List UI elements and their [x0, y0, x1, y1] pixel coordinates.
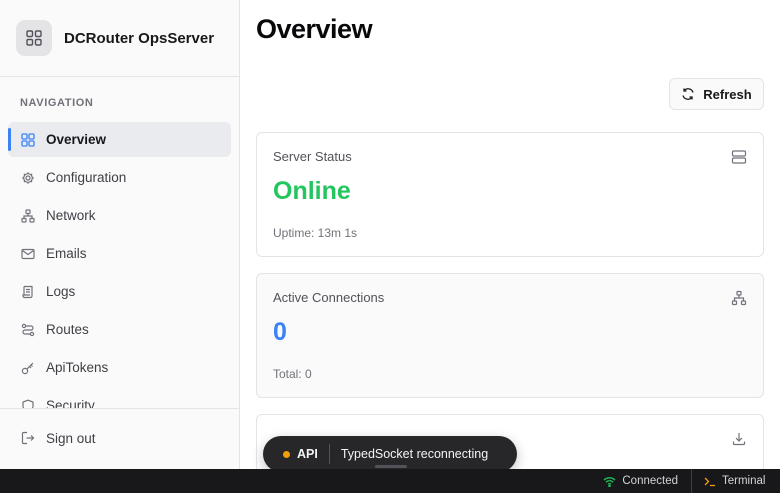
sidebar-item-configuration[interactable]: Configuration — [8, 160, 231, 195]
sidebar-item-label: Network — [46, 208, 96, 223]
wifi-icon — [603, 476, 616, 487]
main-content: Overview Refresh Server Status Online Up… — [240, 0, 780, 469]
network-icon — [20, 208, 36, 224]
toast-divider — [328, 444, 330, 464]
connection-status: Connected — [603, 469, 678, 493]
connection-toast: API TypedSocket reconnecting — [263, 436, 517, 472]
terminal-button[interactable]: Terminal — [704, 469, 765, 493]
route-icon — [20, 322, 36, 338]
toast-message: TypedSocket reconnecting — [340, 447, 489, 461]
mail-icon — [20, 246, 36, 262]
network-icon — [731, 290, 747, 306]
sidebar-item-label: Emails — [46, 246, 87, 261]
nav-heading: NAVIGATION — [20, 97, 94, 109]
connection-label: Connected — [622, 475, 678, 487]
sidebar-item-network[interactable]: Network — [8, 198, 231, 233]
sidebar-item-label: Logs — [46, 284, 76, 299]
refresh-button[interactable]: Refresh — [669, 78, 764, 110]
sidebar: DCRouter OpsServer NAVIGATION Overview C… — [0, 0, 240, 469]
scroll-icon — [20, 284, 36, 300]
status-divider — [691, 469, 692, 493]
toast-label: API — [297, 447, 318, 461]
server-status-value: Online — [273, 177, 351, 205]
active-connections-card: Active Connections 0 Total: 0 — [256, 273, 764, 398]
card-title: Active Connections — [273, 290, 385, 305]
refresh-icon — [681, 87, 695, 101]
connections-value: 0 — [273, 318, 287, 346]
server-icon — [731, 149, 747, 165]
sidebar-item-label: Overview — [46, 132, 107, 147]
terminal-icon — [704, 476, 716, 487]
terminal-label: Terminal — [722, 475, 766, 487]
sidebar-item-security[interactable]: Security — [8, 388, 231, 408]
uptime-text: Uptime: 13m 1s — [273, 226, 358, 240]
nav-list: Overview Configuration Network Emails Lo… — [8, 122, 231, 408]
card-title: Server Status — [273, 149, 352, 164]
app-name: DCRouter OpsServer — [64, 29, 215, 47]
shield-icon — [20, 398, 36, 408]
status-dot — [283, 450, 290, 458]
sign-out-button[interactable]: Sign out — [20, 430, 96, 446]
connections-total: Total: 0 — [273, 367, 312, 381]
key-icon — [20, 360, 36, 376]
sidebar-item-apitokens[interactable]: ApiTokens — [8, 350, 231, 385]
gear-icon — [20, 170, 36, 186]
brand: DCRouter OpsServer — [0, 0, 239, 77]
sidebar-footer: Sign out — [0, 408, 239, 469]
sidebar-item-label: Routes — [46, 322, 89, 337]
sidebar-item-logs[interactable]: Logs — [8, 274, 231, 309]
server-status-card: Server Status Online Uptime: 13m 1s — [256, 132, 764, 257]
sidebar-item-overview[interactable]: Overview — [8, 122, 231, 157]
page-title: Overview — [256, 14, 373, 44]
status-bar: Connected Terminal — [0, 469, 780, 493]
sidebar-item-label: Configuration — [46, 170, 127, 185]
refresh-label: Refresh — [703, 86, 752, 102]
sidebar-item-routes[interactable]: Routes — [8, 312, 231, 347]
sign-out-label: Sign out — [46, 430, 96, 446]
download-icon — [731, 431, 747, 447]
sidebar-item-label: ApiTokens — [46, 360, 109, 375]
logout-icon — [20, 430, 36, 446]
toast-handle — [375, 465, 407, 468]
grid-icon — [16, 20, 52, 56]
sidebar-item-emails[interactable]: Emails — [8, 236, 231, 271]
grid-icon — [20, 132, 36, 148]
sidebar-item-label: Security — [46, 398, 95, 408]
